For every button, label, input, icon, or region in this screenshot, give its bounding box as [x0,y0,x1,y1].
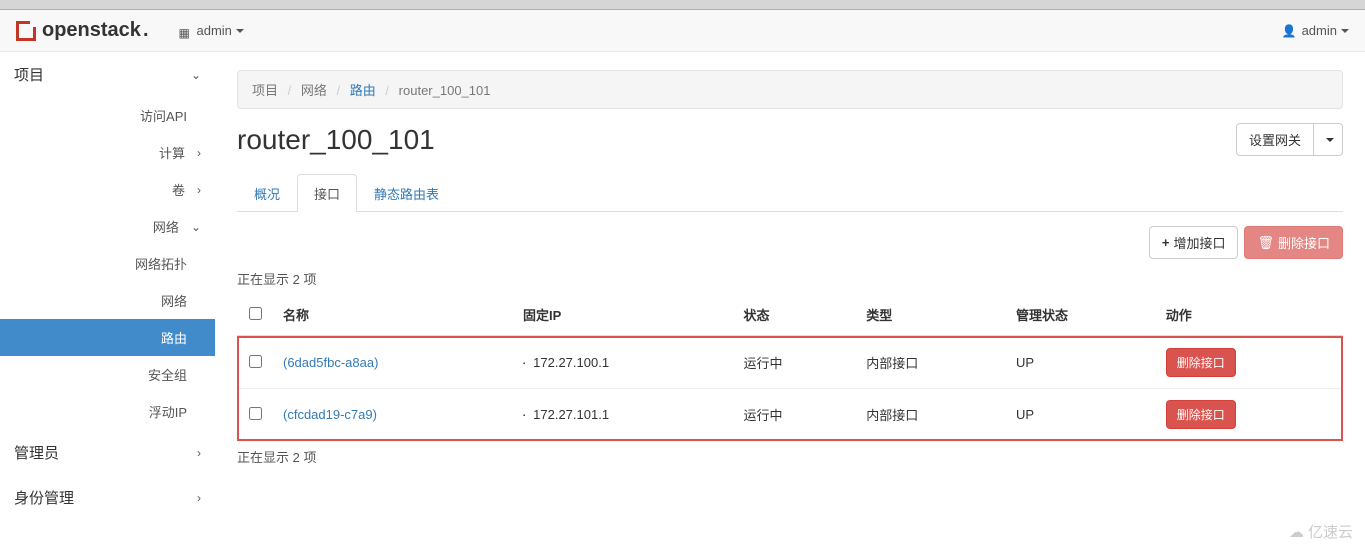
sidebar-admin[interactable]: 管理员 › [0,430,215,475]
sidebar-project-label: 项目 [14,64,44,85]
chevron-down-icon: ⌄ [191,220,201,234]
sidebar-identity[interactable]: 身份管理 › [0,475,215,520]
brand[interactable]: openstack. [16,19,149,42]
admin-state-value: UP [1006,336,1156,389]
col-status[interactable]: 状态 [734,294,857,336]
sidebar: 项目 ⌄ 访问API 计算 › 卷 › 网络 ⌄ 网络拓扑 网络 路由 安全组 … [0,52,215,520]
ip-value: 172.27.101.1 [523,407,609,422]
sidebar-item-routers[interactable]: 路由 [0,319,215,356]
sidebar-item-floatingips[interactable]: 浮动IP [0,393,215,430]
chevron-right-icon: › [197,146,201,160]
sidebar-item-compute[interactable]: 计算 › [0,134,215,171]
add-interface-label: 增加接口 [1173,233,1225,252]
table-toolbar: +增加接口 🗑删除接口 [237,226,1343,259]
sidebar-volumes-label: 卷 [172,180,185,199]
sidebar-item-network[interactable]: 网络 ⌄ [0,208,215,245]
trash-icon: 🗑 [1257,235,1274,251]
caret-down-icon [236,29,244,33]
status-value: 运行中 [734,389,857,441]
sidebar-identity-label: 身份管理 [14,487,74,508]
ip-value: 172.27.100.1 [523,355,609,370]
sidebar-item-volumes[interactable]: 卷 › [0,171,215,208]
project-selector[interactable]: admin [179,23,244,38]
watermark: ☁ 亿速云 [1289,521,1353,542]
chevron-right-icon: › [197,446,201,460]
chevron-right-icon: › [197,491,201,505]
table-row: (6dad5fbc-a8aa) 172.27.100.1 运行中 内部接口 UP… [237,336,1343,389]
delete-interface-row-button[interactable]: 删除接口 [1166,348,1236,377]
delete-interfaces-label: 删除接口 [1278,233,1330,252]
sidebar-network-label: 网络 [153,217,179,236]
status-value: 运行中 [734,336,857,389]
type-value: 内部接口 [856,389,1006,441]
col-admin-state[interactable]: 管理状态 [1006,294,1156,336]
admin-state-value: UP [1006,389,1156,441]
breadcrumb-routers-link[interactable]: 路由 [350,83,376,98]
col-fixed-ip[interactable]: 固定IP [513,294,734,336]
breadcrumb-project: 项目 [252,83,278,98]
project-selector-label: admin [197,23,232,38]
user-icon: 👤 [1282,24,1297,38]
col-actions: 动作 [1156,294,1343,336]
watermark-text: 亿速云 [1308,521,1353,542]
breadcrumb-network: 网络 [301,83,327,98]
tab-interfaces[interactable]: 接口 [297,174,357,212]
brand-dot: . [143,19,149,42]
openstack-logo-icon [16,21,36,41]
caret-down-icon [1326,138,1334,142]
select-all-checkbox[interactable] [249,307,262,320]
tabs: 概况 接口 静态路由表 [237,174,1343,212]
breadcrumb-sep: / [385,83,389,98]
row-checkbox[interactable] [249,355,262,368]
set-gateway-dropdown[interactable] [1314,123,1343,156]
user-menu[interactable]: 👤 admin [1282,23,1349,38]
breadcrumb: 项目 / 网络 / 路由 / router_100_101 [237,70,1343,109]
caret-down-icon [1341,29,1349,33]
col-type[interactable]: 类型 [856,294,1006,336]
row-checkbox[interactable] [249,407,262,420]
breadcrumb-sep: / [337,83,341,98]
grid-icon [179,25,191,37]
window-chrome-bar [0,0,1365,10]
col-name[interactable]: 名称 [273,294,513,336]
type-value: 内部接口 [856,336,1006,389]
delete-interface-row-button[interactable]: 删除接口 [1166,400,1236,429]
page-title: router_100_101 [237,124,1236,156]
interface-name-link[interactable]: (6dad5fbc-a8aa) [283,355,378,370]
breadcrumb-current: router_100_101 [399,83,491,98]
sidebar-admin-label: 管理员 [14,442,59,463]
user-menu-label: admin [1302,23,1337,38]
sidebar-item-securitygroups[interactable]: 安全组 [0,356,215,393]
table-row: (cfcdad19-c7a9) 172.27.101.1 运行中 内部接口 UP… [237,389,1343,441]
top-navbar: openstack. admin 👤 admin [0,10,1365,52]
interface-name-link[interactable]: (cfcdad19-c7a9) [283,407,377,422]
main-content: 项目 / 网络 / 路由 / router_100_101 router_100… [215,52,1365,520]
sidebar-compute-label: 计算 [159,143,185,162]
set-gateway-group: 设置网关 [1236,123,1343,156]
sidebar-item-topology[interactable]: 网络拓扑 [0,245,215,282]
sidebar-project[interactable]: 项目 ⌄ [0,52,215,97]
plus-icon: + [1162,235,1170,250]
chevron-down-icon: ⌄ [191,68,201,82]
tab-static-routes[interactable]: 静态路由表 [357,174,456,212]
add-interface-button[interactable]: +增加接口 [1149,226,1239,259]
highlighted-rows: (6dad5fbc-a8aa) 172.27.100.1 运行中 内部接口 UP… [237,336,1343,441]
delete-interfaces-button[interactable]: 🗑删除接口 [1244,226,1343,259]
chevron-right-icon: › [197,183,201,197]
sidebar-item-networks[interactable]: 网络 [0,282,215,319]
breadcrumb-sep: / [288,83,292,98]
set-gateway-button[interactable]: 设置网关 [1236,123,1314,156]
brand-text: openstack [42,19,141,42]
row-count-bottom: 正在显示 2 项 [237,447,1343,466]
interfaces-table: 名称 固定IP 状态 类型 管理状态 动作 (6dad5fbc-a8aa) 17… [237,294,1343,441]
cloud-icon: ☁ [1289,523,1304,541]
tab-overview[interactable]: 概况 [237,174,297,212]
sidebar-item-access-api[interactable]: 访问API [0,97,215,134]
row-count-top: 正在显示 2 项 [237,269,1343,288]
